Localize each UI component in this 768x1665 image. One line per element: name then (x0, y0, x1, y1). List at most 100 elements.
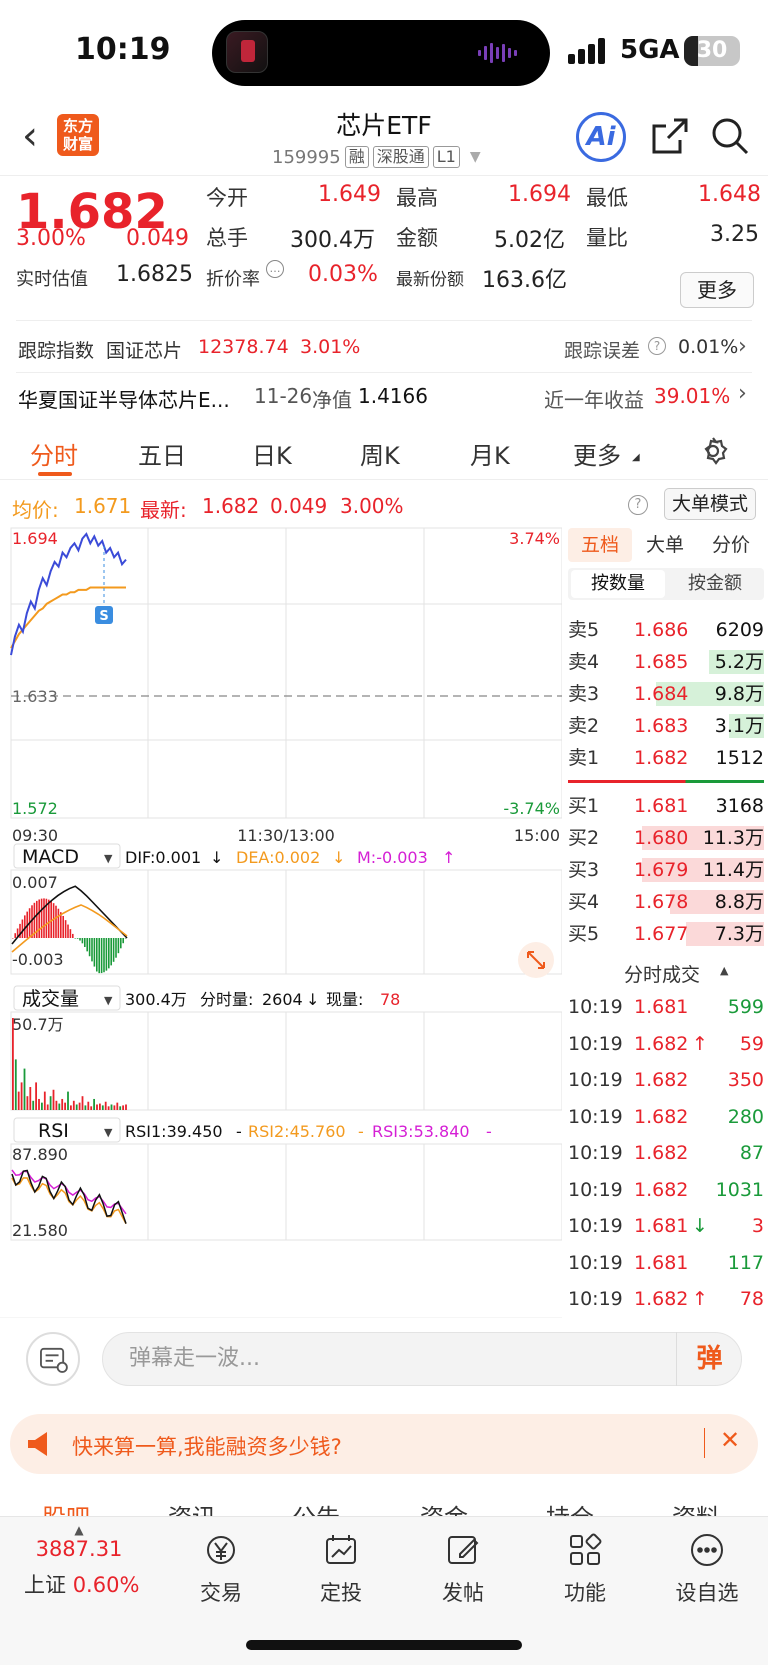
macd-bar (110, 938, 112, 966)
promo-banner[interactable]: 快来算一算,我能融资多少钱? ✕ (10, 1414, 758, 1474)
chart-header: 均价: 1.671 最新: 1.682 0.049 3.00% ? (0, 488, 768, 524)
macd-bar (122, 938, 124, 944)
close-icon[interactable]: ✕ (720, 1426, 740, 1454)
add-watchlist-label: 设自选 (675, 1581, 739, 1605)
macd-bar (86, 938, 88, 952)
add-watchlist-button[interactable]: 设自选 (652, 1531, 762, 1607)
trades-title[interactable]: 分时成交 (624, 960, 700, 987)
danmaku-send-button[interactable]: 弹 (676, 1332, 742, 1386)
help-icon[interactable]: ? (648, 337, 666, 355)
bid-label: 买4 (568, 891, 600, 913)
trade-qty: 59 (739, 1032, 764, 1055)
macd-bar (112, 938, 115, 962)
volume-bar (20, 1082, 23, 1110)
volume-bar (81, 1096, 84, 1110)
tab-profile[interactable]: 资料 (672, 1498, 720, 1518)
ask-row[interactable]: 卖4 1.685 5.2万 (568, 646, 764, 678)
tab-holdings[interactable]: 持仓 (546, 1498, 594, 1518)
tracking-row[interactable]: 跟踪指数 国证芯片 12378.74 3.01% 跟踪误差 ? 0.01% › (0, 328, 768, 372)
share-icon[interactable] (650, 116, 690, 156)
volume-value: 300.4万 (290, 228, 375, 253)
big-order-mode-button[interactable]: 大单模式 (664, 488, 756, 520)
macd-bar (79, 938, 81, 941)
status-bar: 10:19 5GA 30 (0, 0, 768, 100)
danmaku-bar: 弹幕走一波... 弹 (0, 1318, 768, 1398)
ask-price: 1.686 (634, 619, 689, 641)
caret-up-icon: ▲ (720, 964, 729, 977)
bid-label: 买2 (568, 827, 600, 849)
tab-level5[interactable]: 五档 (568, 528, 632, 562)
ratio-label: 量比 (586, 226, 628, 250)
volume-bar (90, 1106, 93, 1110)
danmaku-settings-icon[interactable] (26, 1332, 80, 1386)
avg-label: 均价: (12, 498, 59, 522)
tab-intraday[interactable]: 分时 (30, 436, 78, 471)
chevron-down-icon[interactable]: ▼ (470, 149, 481, 165)
intraday-chart[interactable]: 1.694 1.633 1.572 3.74% -3.74% 09:30 11:… (0, 524, 562, 1318)
ask-row[interactable]: 卖2 1.683 3.1万 (568, 710, 764, 742)
info-icon[interactable]: … (266, 260, 284, 278)
trade-price: 1.682 (634, 1105, 689, 1128)
tab-5day[interactable]: 五日 (138, 436, 186, 471)
tab-monthly-k[interactable]: 月K (470, 436, 510, 471)
ai-button[interactable]: Ai (576, 112, 626, 162)
trade-arrow: ↑ (692, 1032, 708, 1055)
fund-row[interactable]: 华夏国证半导体芯片E... 11-26 净值 1.4166 近一年收益 39.0… (0, 376, 768, 420)
toggle-by-amount[interactable]: 按金额 (668, 570, 762, 598)
functions-button[interactable]: 功能 (530, 1531, 640, 1607)
macd-bar (48, 899, 50, 938)
ask-row[interactable]: 卖3 1.684 9.8万 (568, 678, 764, 710)
tab-more[interactable]: 更多 (573, 436, 621, 471)
macd-bar (117, 938, 120, 954)
battery-icon: 30 (684, 36, 740, 66)
pct-value: 3.00% (340, 494, 404, 518)
volume-bar (87, 1101, 90, 1110)
tab-price-dist[interactable]: 分价 (712, 528, 750, 562)
trade-time: 10:19 (568, 1288, 623, 1310)
discount-value: 0.03% (308, 262, 378, 287)
index-widget[interactable]: ▲ 3887.31 上证 0.60% (24, 1523, 139, 1599)
more-dots-icon (691, 1534, 723, 1566)
tab-funds[interactable]: 资金 (420, 1498, 468, 1518)
macd-bar (40, 898, 43, 938)
ask-row[interactable]: 卖1 1.682 1512 (568, 742, 764, 774)
bid-row[interactable]: 买2 1.680 11.3万 (568, 822, 764, 854)
track-index: 国证芯片 (106, 340, 183, 362)
more-button[interactable]: 更多 (680, 272, 754, 308)
gear-icon[interactable] (698, 436, 728, 466)
post-button[interactable]: 发帖 (408, 1531, 518, 1607)
low-value: 1.648 (698, 182, 761, 207)
tab-weekly-k[interactable]: 周K (360, 436, 400, 471)
volume-bar (17, 1091, 20, 1110)
chevron-right-icon: › (738, 334, 747, 359)
rsi-sep: - (236, 1122, 242, 1141)
search-icon[interactable] (710, 116, 750, 156)
tag-connect: 深股通 (372, 146, 429, 168)
stock-code: 159995 (272, 146, 341, 168)
tab-daily-k[interactable]: 日K (252, 436, 292, 471)
auto-invest-button[interactable]: 定投 (286, 1531, 396, 1607)
fund-nav-label: 净值 (312, 388, 352, 412)
trade-row: 10:19 1.682 350 (568, 1063, 764, 1097)
bid-row[interactable]: 买1 1.681 3168 (568, 790, 764, 822)
macd-bar (120, 938, 122, 949)
volume-bar (41, 1102, 43, 1110)
bid-row[interactable]: 买4 1.678 8.8万 (568, 886, 764, 918)
trade-time: 10:19 (568, 1178, 623, 1201)
functions-label: 功能 (564, 1581, 606, 1605)
rsi-sep: - (358, 1122, 364, 1141)
bid-ask-ratio-bar (568, 780, 764, 783)
trade-button[interactable]: 交易 (166, 1531, 276, 1607)
y-top-label: 1.694 (12, 529, 58, 548)
danmaku-input[interactable]: 弹幕走一波... (102, 1332, 742, 1386)
tab-announcements[interactable]: 公告 (292, 1498, 340, 1518)
tab-big-orders[interactable]: 大单 (646, 528, 684, 562)
ask-row[interactable]: 卖5 1.686 6209 (568, 614, 764, 646)
tab-news[interactable]: 资讯 (168, 1498, 216, 1518)
tab-forum[interactable]: 股吧 (42, 1498, 90, 1518)
toggle-by-qty[interactable]: 按数量 (571, 570, 665, 598)
bid-row[interactable]: 买3 1.679 11.4万 (568, 854, 764, 886)
help-icon[interactable]: ? (628, 495, 648, 515)
trade-time: 10:19 (568, 1251, 623, 1274)
bid-row[interactable]: 买5 1.677 7.3万 (568, 918, 764, 950)
